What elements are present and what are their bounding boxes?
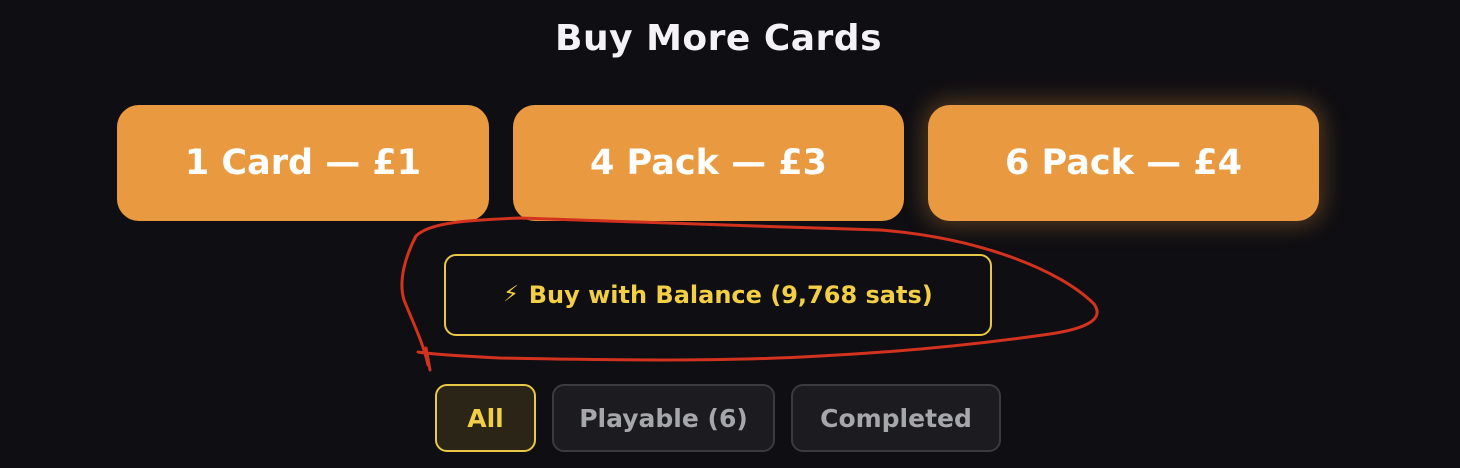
buy-4-pack-button[interactable]: 4 Pack — £3 (513, 105, 904, 221)
page-title: Buy More Cards (555, 18, 882, 59)
filter-playable-tab[interactable]: Playable (6) (552, 384, 775, 452)
filter-all-tab[interactable]: All (435, 384, 536, 452)
buy-1-card-button[interactable]: 1 Card — £1 (117, 105, 489, 221)
lightning-bolt-icon: ⚡ (503, 282, 519, 307)
buy-with-balance-button[interactable]: ⚡ Buy with Balance (9,768 sats) (444, 254, 992, 336)
buy-with-balance-label: Buy with Balance (9,768 sats) (528, 281, 933, 309)
buy-6-pack-button[interactable]: 6 Pack — £4 (928, 105, 1319, 221)
filter-completed-tab[interactable]: Completed (791, 384, 1001, 452)
